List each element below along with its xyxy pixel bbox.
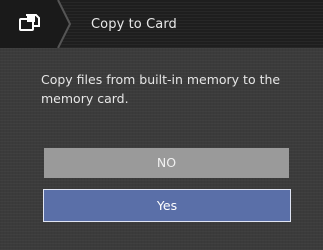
page-title: Copy to Card: [91, 17, 177, 32]
yes-button[interactable]: Yes: [43, 189, 291, 222]
no-button[interactable]: NO: [44, 148, 289, 178]
breadcrumb-separator-icon: [57, 0, 72, 48]
camera-screen: Copy to Card Copy files from built-in me…: [0, 0, 323, 250]
title-bar: Copy to Card: [0, 0, 323, 48]
copy-to-card-icon: [19, 14, 40, 31]
dialog-message: Copy files from built-in memory to the m…: [41, 72, 281, 106]
